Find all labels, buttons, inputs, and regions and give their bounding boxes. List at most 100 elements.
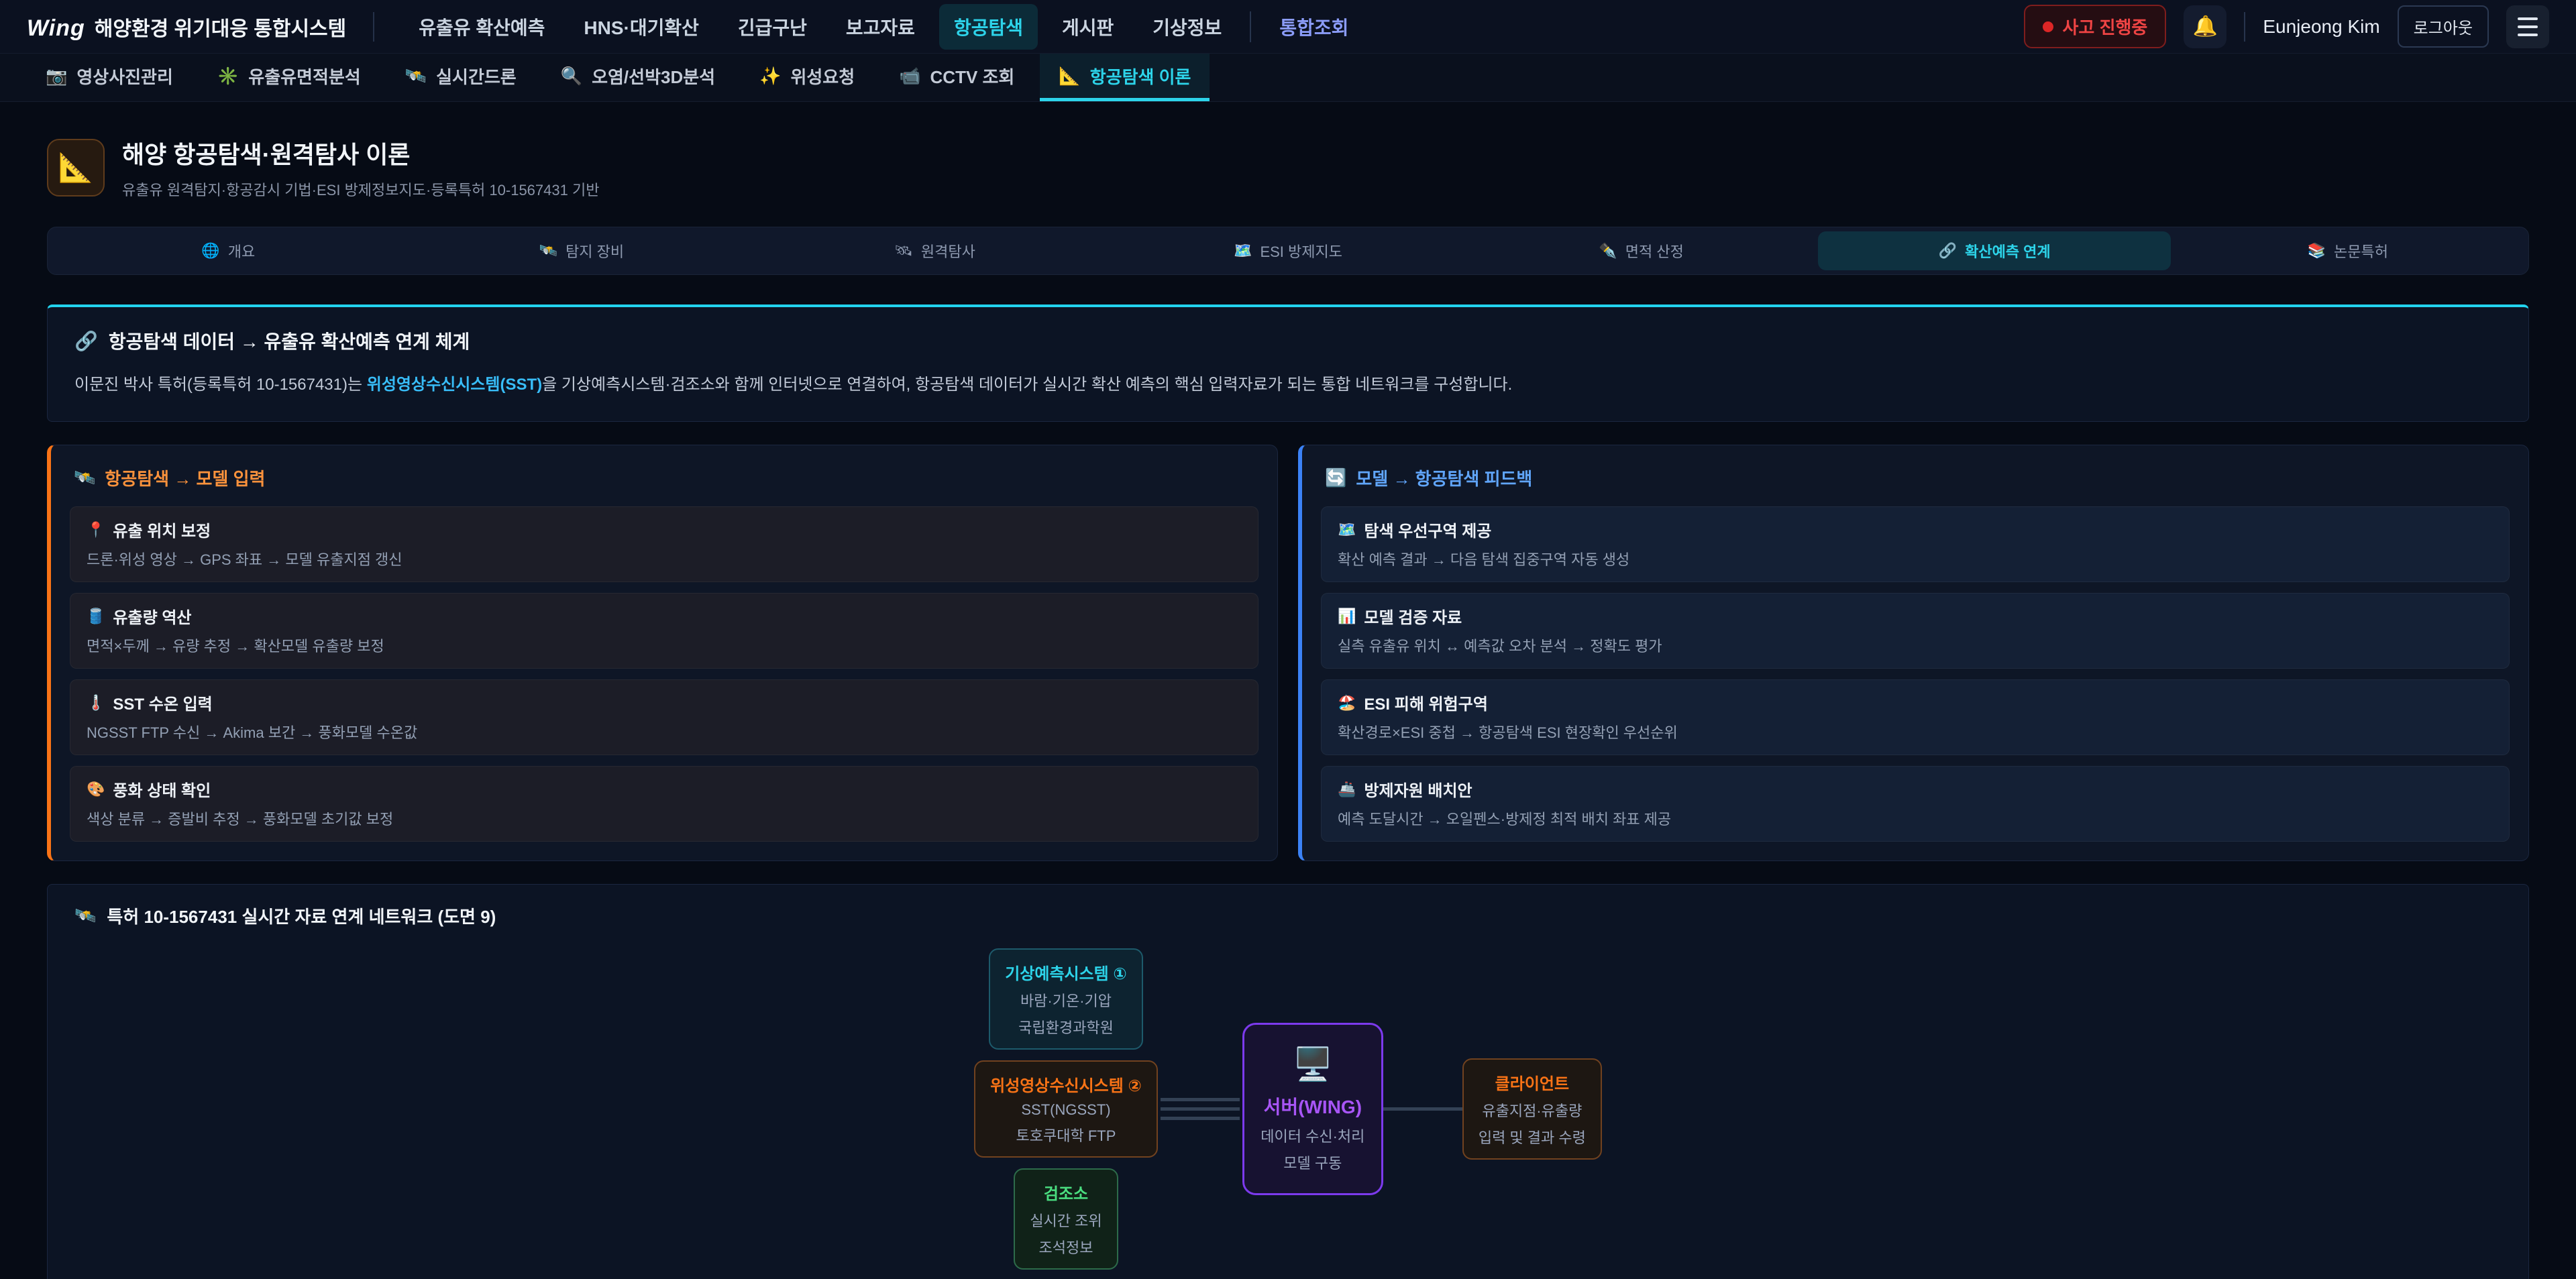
tab-label: 논문특허 [2334, 240, 2388, 262]
globe-icon: 🌐 [201, 242, 219, 260]
item-desc: NGSST FTP 수신 → Akima 보간 → 풍화모델 수온값 [87, 721, 1242, 742]
nav-item-board[interactable]: 게시판 [1047, 4, 1128, 50]
tab-label: 원격탐사 [921, 240, 975, 262]
card-title: 모델 → 항공탐색 피드백 [1356, 465, 1532, 490]
subnav-item-satellite-request[interactable]: ✨ 위성요청 [741, 54, 873, 101]
link-icon: 🔗 [1939, 242, 1957, 260]
video-camera-icon: 📹 [899, 66, 920, 87]
node-line: 모델 구동 [1255, 1152, 1371, 1173]
triangle-ruler-icon: 📐 [58, 152, 93, 184]
tab-detection-equipment[interactable]: 🛰️ 탐지 장비 [405, 231, 759, 270]
hamburger-icon [2518, 17, 2538, 20]
tab-prediction-linkage[interactable]: 🔗 확산예측 연계 [1818, 231, 2171, 270]
node-title: 서버(WING) [1255, 1093, 1371, 1119]
satellite-mono-icon: 🛰 [894, 242, 913, 260]
link-icon: 🔗 [74, 330, 98, 352]
desktop-computer-icon: 🖥️ [1255, 1045, 1371, 1083]
card-item-volume-inversion: 🛢️유출량 역산 면적×두께 → 유량 추정 → 확산모델 유출량 보정 [70, 593, 1258, 669]
item-title: 풍화 상태 확인 [113, 777, 211, 801]
node-line: SST(NGSST) [990, 1101, 1142, 1119]
card-item-model-validation: 📊모델 검증 자료 실측 유출유 위치 ↔ 예측값 오차 분석 → 정확도 평가 [1321, 593, 2510, 669]
network-panel: 🛰️ 특허 10-1567431 실시간 자료 연계 네트워크 (도면 9) 기… [47, 884, 2529, 1279]
user-divider [2244, 12, 2245, 42]
nav-item-integrated-search[interactable]: 통합조회 [1265, 4, 1363, 50]
subnav-label: 실시간드론 [436, 64, 517, 89]
palette-icon: 🎨 [87, 781, 105, 798]
refresh-icon: 🔄 [1325, 467, 1346, 488]
subnav-item-realtime-drone[interactable]: 🛰️ 실시간드론 [386, 54, 535, 101]
map-icon: 🗺️ [1234, 242, 1252, 260]
card-item-weathering-state: 🎨풍화 상태 확인 색상 분류 → 증발비 추정 → 풍화모델 초기값 보정 [70, 766, 1258, 842]
card-item-location-correction: 📍유출 위치 보정 드론·위성 영상 → GPS 좌표 → 모델 유출지점 갱신 [70, 506, 1258, 582]
node-satellite-receiver: 위성영상수신시스템 ② SST(NGSST) 토호쿠대학 FTP [974, 1060, 1158, 1158]
subnav-label: 위성요청 [790, 64, 855, 89]
tab-papers-patents[interactable]: 📚 논문특허 [2171, 231, 2524, 270]
node-title: 위성영상수신시스템 ② [990, 1072, 1142, 1096]
node-line: 조석정보 [1030, 1236, 1102, 1258]
bell-icon: 🔔 [2193, 15, 2218, 38]
linkage-description: 이문진 박사 특허(등록특허 10-1567431)는 위성영상수신시스템(SS… [74, 373, 2502, 397]
nav-item-rescue[interactable]: 긴급구난 [723, 4, 822, 50]
subnav-item-aerial-theory[interactable]: 📐 항공탐색 이론 [1040, 54, 1210, 101]
nav-item-weather[interactable]: 기상정보 [1138, 4, 1236, 50]
nav-item-hns[interactable]: HNS·대기확산 [569, 4, 713, 50]
node-line: 유출지점·유출량 [1479, 1099, 1586, 1121]
main-menu: 유출유 확산예측 HNS·대기확산 긴급구난 보고자료 항공탐색 게시판 기상정… [404, 4, 1363, 50]
tab-label: 개요 [228, 240, 255, 262]
logout-button[interactable]: 로그아웃 [2398, 5, 2489, 48]
node-client: 클라이언트 유출지점·유출량 입력 및 결과 수령 [1462, 1058, 1602, 1160]
card-title: 항공탐색 → 모델 입력 [105, 465, 265, 490]
card-header: 🔄 모델 → 항공탐색 피드백 [1325, 465, 2510, 490]
thermometer-icon: 🌡️ [87, 694, 105, 712]
item-desc: 드론·위성 영상 → GPS 좌표 → 모델 유출지점 갱신 [87, 548, 1242, 569]
camera-icon: 📷 [46, 66, 67, 87]
subnav-item-pollution-3d[interactable]: 🔍 오염/선박3D분석 [542, 54, 734, 101]
sst-system-link[interactable]: 위성영상수신시스템(SST) [367, 376, 542, 394]
linkage-section-title: 🔗 항공탐색 데이터 → 유출유 확산예측 연계 체계 [74, 327, 2502, 354]
satellite-icon: 🛰️ [539, 242, 557, 260]
tab-area-calculation[interactable]: ✒️ 면적 산정 [1464, 231, 1818, 270]
node-line: 토호쿠대학 FTP [990, 1124, 1142, 1146]
subnav-item-cctv[interactable]: 📹 CCTV 조회 [880, 54, 1033, 101]
nav-separator [1250, 11, 1251, 42]
alert-dot-icon [2043, 21, 2053, 32]
nav-item-aerial-search[interactable]: 항공탐색 [939, 4, 1038, 50]
item-desc: 면적×두께 → 유량 추정 → 확산모델 유출량 보정 [87, 634, 1242, 656]
hamburger-menu-button[interactable] [2506, 5, 2549, 48]
item-title: 유출 위치 보정 [113, 518, 211, 541]
logo-wing-mark: Wing [27, 15, 85, 42]
satellite-icon: 🛰️ [405, 66, 427, 87]
card-item-priority-zone: 🗺️탐색 우선구역 제공 확산 예측 결과 → 다음 탐색 집중구역 자동 생성 [1321, 506, 2510, 582]
node-server-wing: 🖥️ 서버(WING) 데이터 수신·처리 모델 구동 [1242, 1023, 1383, 1195]
top-navbar: Wing 해양환경 위기대응 통합시스템 유출유 확산예측 HNS·대기확산 긴… [0, 0, 2576, 54]
node-title: 검조소 [1030, 1180, 1102, 1204]
satellite-icon: 🛰️ [74, 905, 96, 926]
card-header: 🛰️ 항공탐색 → 모델 입력 [74, 465, 1258, 490]
tab-overview[interactable]: 🌐 개요 [52, 231, 405, 270]
tab-label: 탐지 장비 [566, 240, 624, 262]
subnav-item-photo-management[interactable]: 📷 영상사진관리 [27, 54, 192, 101]
satellite-icon: 🛰️ [74, 467, 95, 488]
tab-remote-sensing[interactable]: 🛰 원격탐사 [758, 231, 1112, 270]
node-line: 국립환경과학원 [1005, 1016, 1127, 1038]
notifications-button[interactable]: 🔔 [2184, 5, 2226, 48]
pen-icon: ✒️ [1599, 242, 1617, 260]
main-content: 📐 해양 항공탐색·원격탐사 이론 유출유 원격탐지·항공감시 기법·ESI 방… [0, 102, 2576, 1279]
node-line: 실시간 조위 [1030, 1209, 1102, 1231]
item-desc: 확산경로×ESI 중첩 → 항공탐색 ESI 현장확인 우선순위 [1338, 721, 2493, 742]
nav-item-reports[interactable]: 보고자료 [831, 4, 930, 50]
app-logo[interactable]: Wing 해양환경 위기대응 통합시스템 [27, 12, 346, 42]
triple-link-connector [1161, 1098, 1240, 1120]
subnav-label: 영상사진관리 [76, 64, 173, 89]
map-icon: 🗺️ [1338, 521, 1356, 539]
ship-icon: 🚢 [1338, 781, 1356, 798]
incident-status-badge: 사고 진행중 [2024, 5, 2167, 48]
item-title: 모델 검증 자료 [1364, 604, 1462, 628]
node-tide-station: 검조소 실시간 조위 조석정보 [1014, 1168, 1118, 1270]
subnav-item-oil-area-analysis[interactable]: ✳️ 유출유면적분석 [199, 54, 380, 101]
item-desc: 확산 예측 결과 → 다음 탐색 집중구역 자동 생성 [1338, 548, 2493, 569]
network-title-text: 특허 10-1567431 실시간 자료 연계 네트워크 (도면 9) [107, 903, 496, 928]
green-asterisk-icon: ✳️ [217, 66, 239, 87]
tab-esi-map[interactable]: 🗺️ ESI 방제지도 [1112, 231, 1465, 270]
nav-item-spill-prediction[interactable]: 유출유 확산예측 [404, 4, 559, 50]
